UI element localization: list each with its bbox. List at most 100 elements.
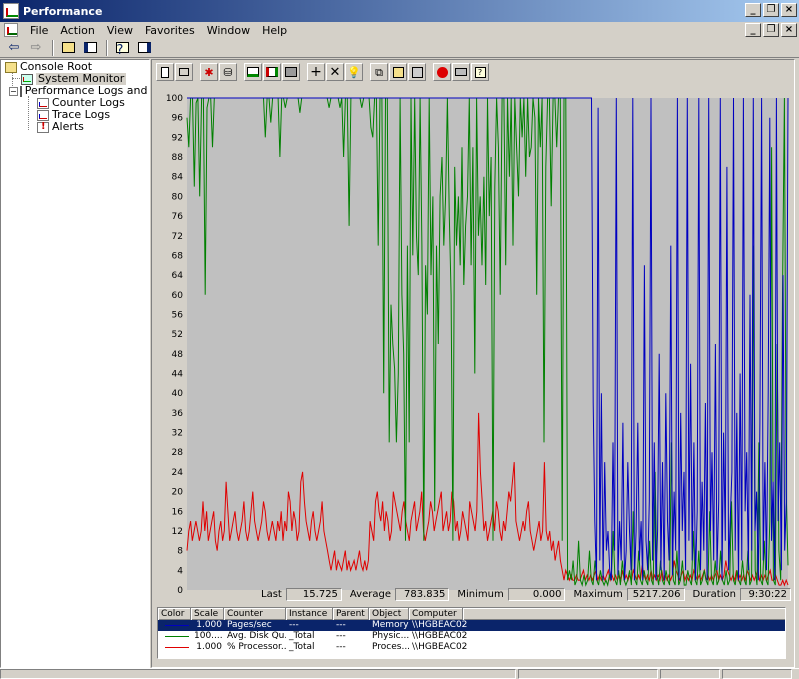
- performance-graph[interactable]: 0481216202428323640444852566064687276808…: [157, 84, 791, 604]
- performance-app-icon[interactable]: [3, 3, 19, 19]
- column-header-counter[interactable]: Counter: [224, 608, 286, 620]
- maximum-value: 5217.206: [626, 587, 685, 601]
- column-header-color[interactable]: Color: [158, 608, 191, 620]
- help-icon[interactable]: ?: [112, 39, 132, 58]
- forward-arrow-icon[interactable]: ⇨: [26, 39, 46, 57]
- window-title: Performance: [23, 4, 103, 18]
- legend-counter: Pages/sec: [227, 620, 272, 630]
- add-counter-icon[interactable]: +: [307, 63, 325, 81]
- y-tick-label: 100: [166, 94, 183, 104]
- y-tick-label: 56: [172, 310, 184, 320]
- freeze-display-icon[interactable]: [433, 63, 451, 81]
- minimize-button[interactable]: _: [745, 3, 761, 17]
- y-tick-label: 44: [172, 370, 184, 380]
- update-data-icon[interactable]: [452, 63, 470, 81]
- paste-counter-list-icon[interactable]: [389, 63, 407, 81]
- console-tree: Console Root System Monitor − Performanc…: [0, 59, 183, 668]
- legend-scale: 1.000: [196, 620, 222, 630]
- legend-parent: ---: [336, 642, 346, 652]
- collapse-expander-icon[interactable]: −: [9, 86, 18, 96]
- legend-row-avg-disk-queue[interactable]: 100.... Avg. Disk Qu... _Total --- Physi…: [158, 631, 785, 642]
- highlight-icon[interactable]: 💡: [345, 63, 363, 81]
- legend-computer: \\HGBEAC02: [412, 631, 468, 641]
- close-button[interactable]: ×: [781, 3, 797, 17]
- status-bar: [0, 668, 799, 679]
- y-tick-label: 76: [172, 212, 184, 222]
- menu-action[interactable]: Action: [54, 24, 100, 37]
- view-log-data-icon[interactable]: ⛁: [219, 63, 237, 81]
- y-tick-label: 12: [172, 527, 183, 537]
- y-tick-label: 84: [172, 173, 184, 183]
- restore-button[interactable]: ❐: [763, 3, 779, 17]
- y-tick-label: 28: [172, 448, 184, 458]
- tree-item-alerts[interactable]: Alerts: [1, 121, 149, 133]
- menu-help[interactable]: Help: [256, 24, 293, 37]
- child-restore-button[interactable]: ❐: [763, 23, 779, 37]
- y-tick-label: 4: [177, 566, 183, 576]
- view-histogram-icon[interactable]: [263, 63, 281, 81]
- back-arrow-icon[interactable]: ⇦: [4, 39, 24, 57]
- counter-legend[interactable]: Color Scale Counter Instance Parent Obje…: [157, 607, 786, 659]
- status-cell: [722, 669, 792, 679]
- column-header-instance[interactable]: Instance: [286, 608, 333, 620]
- counter-logs-icon: [37, 97, 49, 109]
- menu-bar: File Action View Favorites Window Help _…: [0, 22, 799, 38]
- y-tick-label: 96: [172, 114, 184, 124]
- duration-value: 9:30:22: [739, 587, 791, 601]
- trace-logs-icon: [37, 109, 49, 121]
- legend-scale: 100....: [194, 631, 223, 641]
- new-counter-set-icon[interactable]: [156, 63, 174, 81]
- series-color-swatch: [165, 636, 189, 637]
- title-bar[interactable]: Performance _ ❐ ×: [0, 0, 799, 22]
- y-tick-label: 36: [172, 409, 184, 419]
- last-label: Last: [261, 588, 282, 600]
- status-cell: [518, 669, 658, 679]
- system-monitor-toolbar: ✱ ⛁ + ✕ 💡 ⧉ ?: [156, 62, 490, 82]
- y-tick-label: 52: [172, 330, 183, 340]
- legend-row-processor-time[interactable]: 1.000 % Processor... _Total --- Proces..…: [158, 642, 785, 653]
- legend-header: Color Scale Counter Instance Parent Obje…: [158, 608, 785, 620]
- column-header-filler: [463, 608, 785, 620]
- help-icon[interactable]: ?: [471, 63, 489, 81]
- view-current-activity-icon[interactable]: ✱: [200, 63, 218, 81]
- column-header-object[interactable]: Object: [369, 608, 409, 620]
- show-hide-tree-icon[interactable]: [80, 39, 100, 57]
- average-value: 783.835: [395, 587, 450, 601]
- console-icon[interactable]: [4, 23, 18, 37]
- menu-window[interactable]: Window: [201, 24, 256, 37]
- y-tick-label: 32: [172, 429, 183, 439]
- child-minimize-button[interactable]: _: [745, 23, 761, 37]
- menu-file[interactable]: File: [24, 24, 54, 37]
- column-header-computer[interactable]: Computer: [409, 608, 463, 620]
- view-graph-icon[interactable]: [244, 63, 262, 81]
- menu-view[interactable]: View: [101, 24, 139, 37]
- column-header-parent[interactable]: Parent: [333, 608, 369, 620]
- average-label: Average: [349, 588, 391, 600]
- minimum-label: Minimum: [457, 588, 504, 600]
- legend-parent: ---: [336, 631, 346, 641]
- clear-display-icon[interactable]: [175, 63, 193, 81]
- tree-label: Alerts: [52, 120, 84, 133]
- up-one-level-icon[interactable]: [58, 39, 78, 57]
- legend-instance: _Total: [289, 642, 315, 652]
- folder-icon: [5, 61, 17, 73]
- legend-scale: 1.000: [196, 642, 222, 652]
- y-tick-label: 16: [172, 507, 184, 517]
- column-header-scale[interactable]: Scale: [191, 608, 224, 620]
- properties-icon[interactable]: [408, 63, 426, 81]
- performance-logs-icon: [19, 85, 22, 97]
- y-tick-label: 48: [172, 350, 184, 360]
- y-tick-label: 60: [172, 291, 184, 301]
- copy-properties-icon[interactable]: ⧉: [370, 63, 388, 81]
- y-tick-label: 88: [172, 153, 184, 163]
- child-close-button[interactable]: ×: [781, 23, 797, 37]
- y-tick-label: 64: [172, 271, 184, 281]
- legend-counter: Avg. Disk Qu...: [227, 631, 286, 641]
- view-report-icon[interactable]: [282, 63, 300, 81]
- delete-counter-icon[interactable]: ✕: [326, 63, 344, 81]
- legend-object: Memory: [372, 620, 409, 630]
- status-cell: [660, 669, 720, 679]
- legend-row-pages-sec[interactable]: 1.000 Pages/sec --- --- Memory \\HGBEAC0…: [158, 620, 785, 631]
- show-hide-action-pane-icon[interactable]: [134, 39, 154, 57]
- menu-favorites[interactable]: Favorites: [139, 24, 201, 37]
